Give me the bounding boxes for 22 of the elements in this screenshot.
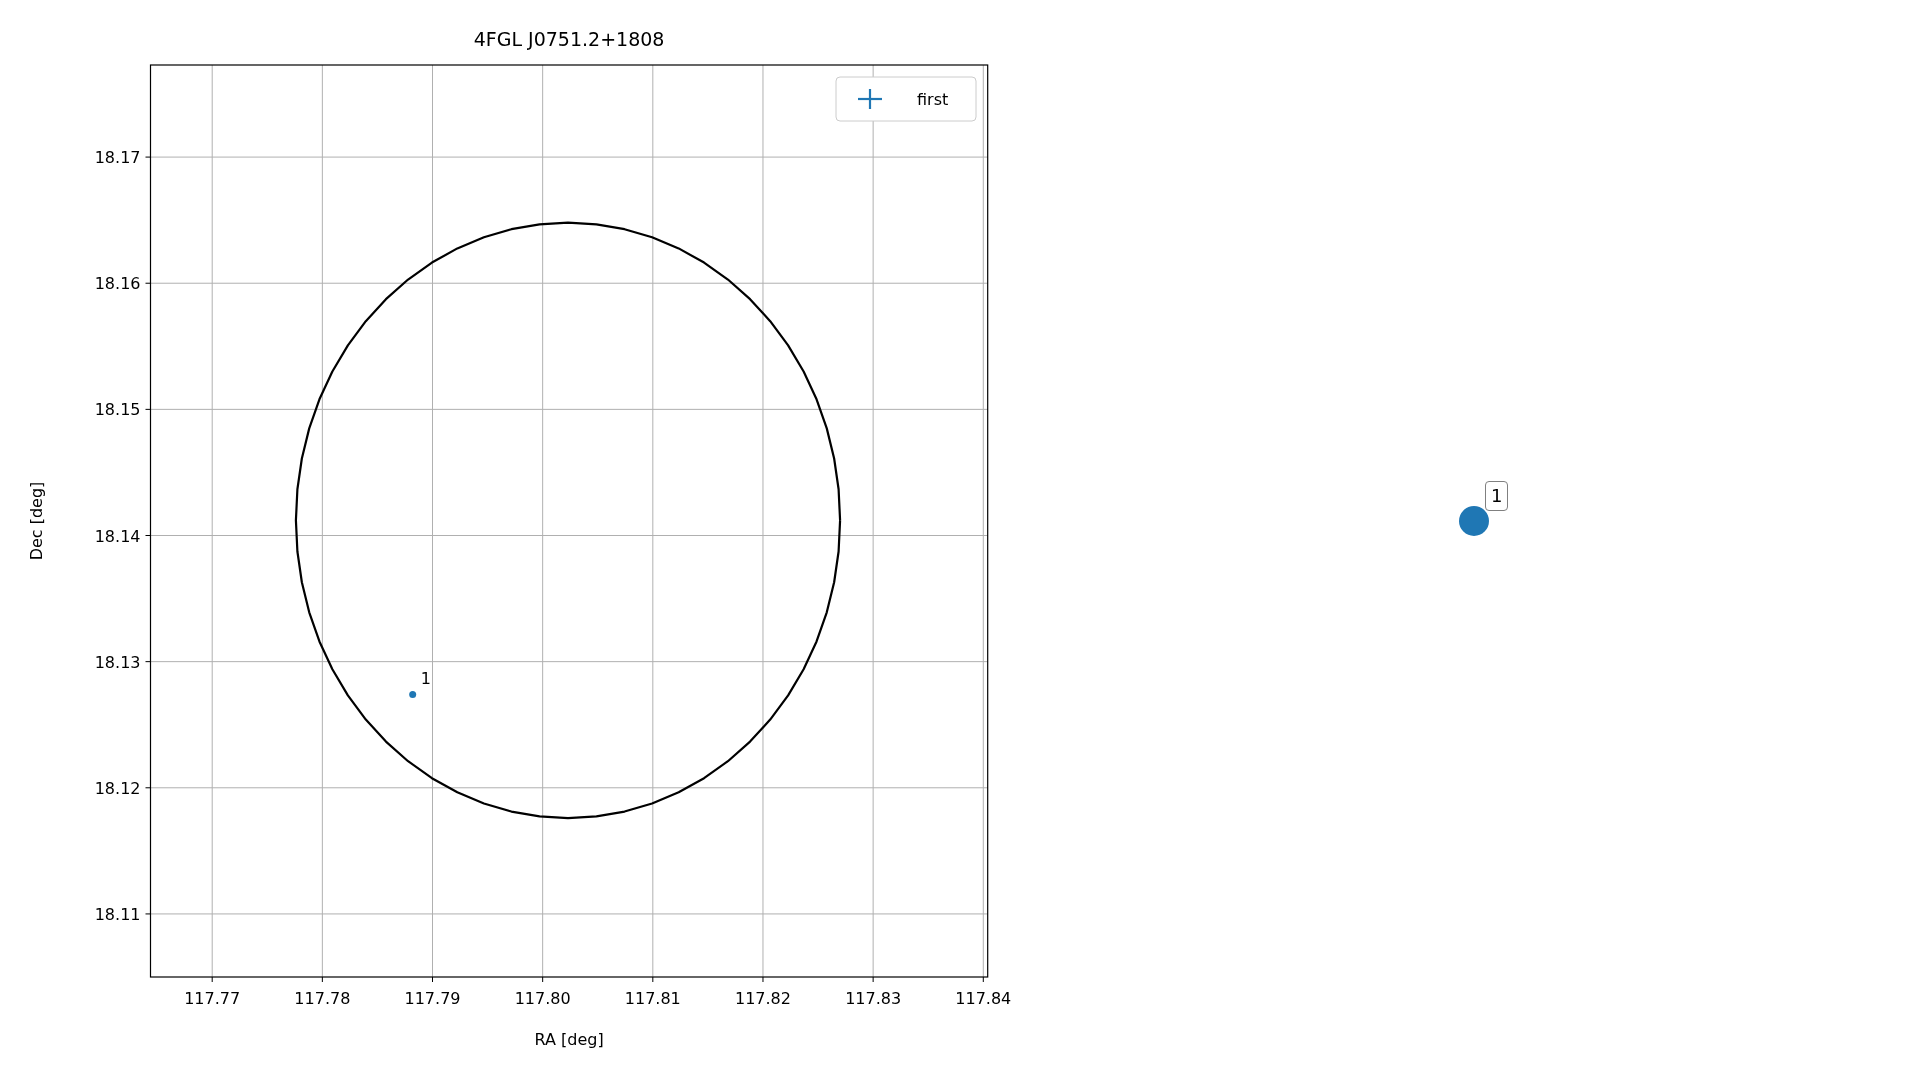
axis-tick-label: 117.82 [735,989,791,1008]
axis-tick-label: 117.81 [624,989,681,1008]
point-label: 1 [420,669,431,689]
axis-tick-label: 117.83 [845,989,902,1008]
axis-tick-label: 18.13 [94,652,141,672]
axis-tick-label: 18.17 [94,148,141,168]
axis-label: Dec [deg] [27,481,46,561]
axis-tick-label: 18.11 [94,904,141,924]
axis-label: RA [deg] [534,1030,604,1049]
axis-tick-label: 18.12 [94,778,141,798]
axis-tick-label: 18.14 [94,526,141,546]
axis-tick-label: 18.16 [94,274,141,294]
axis-tick-label: 117.78 [294,989,351,1008]
data-point [409,690,417,698]
legend-label: first [917,90,949,109]
chart-title: 4FGL J0751.2+1808 [473,28,665,50]
marker-label: 1 [1485,481,1509,511]
axis-tick-label: 117.84 [955,989,1012,1008]
axis-tick-label: 117.80 [514,989,571,1008]
axis-tick-label: 117.77 [184,989,241,1008]
axis-tick-label: 117.79 [404,989,461,1008]
axis-tick-label: 18.15 [94,400,141,420]
